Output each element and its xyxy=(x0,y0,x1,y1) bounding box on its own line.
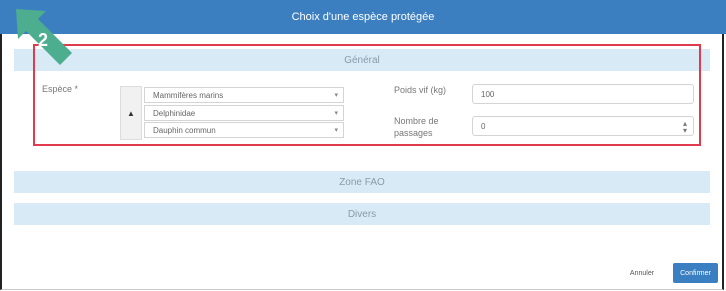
poids-input[interactable]: 100 xyxy=(472,84,694,104)
chevron-down-icon: ▾ xyxy=(334,127,338,134)
espece-label: Espèce * xyxy=(42,84,79,94)
cancel-button-label: Annuler xyxy=(629,269,655,277)
espece-select-3[interactable]: Dauphin commun ▾ xyxy=(144,122,344,138)
section-zone-label: Zone FAO xyxy=(339,176,385,188)
section-divers-label: Divers xyxy=(347,208,377,220)
nombre-input[interactable]: 0 ▴ ▾ xyxy=(472,116,694,136)
triangle-up-icon: ▲ xyxy=(127,108,135,118)
nombre-label-line2: passages xyxy=(394,128,433,138)
step-number: 2 xyxy=(38,30,49,50)
cancel-button[interactable]: Annuler xyxy=(622,263,662,283)
nombre-value: 0 xyxy=(481,121,486,131)
poids-value: 100 xyxy=(481,89,495,99)
expand-toggle[interactable]: ▲ xyxy=(120,86,142,140)
espece-select-1-value: Mammifères marins xyxy=(153,90,224,100)
section-divers-header[interactable]: Divers xyxy=(14,203,710,225)
poids-label: Poids vif (kg) xyxy=(394,85,447,95)
section-zone-header[interactable]: Zone FAO xyxy=(14,171,710,193)
confirm-button-label: Confirmer xyxy=(680,269,711,277)
confirm-button[interactable]: Confirmer xyxy=(673,263,718,283)
stepper-icon[interactable]: ▴ ▾ xyxy=(683,120,687,135)
espece-select-3-value: Dauphin commun xyxy=(153,125,216,135)
dialog-title: Choix d'une espèce protégée xyxy=(0,0,726,34)
chevron-down-icon: ▾ xyxy=(334,92,338,99)
espece-select-1[interactable]: Mammifères marins ▾ xyxy=(144,87,344,103)
chevron-down-icon: ▾ xyxy=(334,110,338,117)
espece-select-2[interactable]: Delphinidae ▾ xyxy=(144,105,344,121)
espece-select-2-value: Delphinidae xyxy=(153,108,196,118)
dialog-title-text: Choix d'une espèce protégée xyxy=(291,11,435,23)
nombre-label-line1: Nombre de xyxy=(394,116,439,126)
